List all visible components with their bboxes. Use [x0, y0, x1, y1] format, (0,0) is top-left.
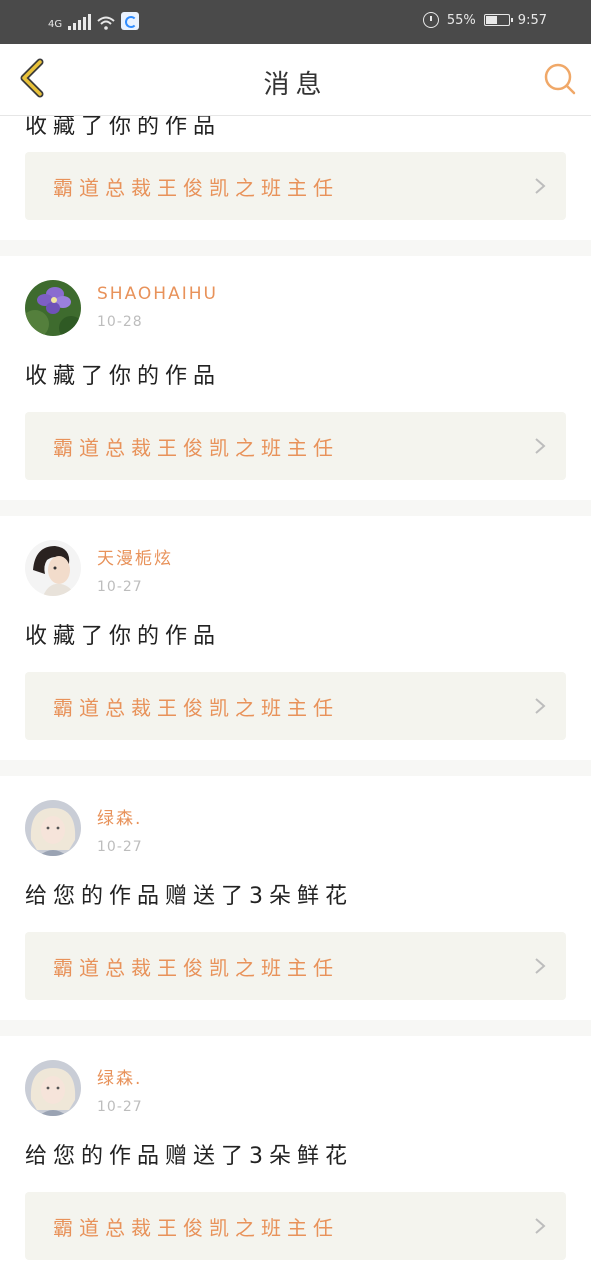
nav-bar: 消息 — [0, 44, 591, 116]
status-time: 9:57 — [517, 12, 547, 28]
message-text: 收藏了你的作品 — [25, 364, 222, 389]
avatar[interactable] — [25, 800, 81, 856]
app-notification-icon — [121, 12, 140, 30]
signal-icon — [68, 14, 92, 30]
work-link[interactable]: 霸道总裁王俊凯之班主任 — [25, 672, 566, 740]
work-link[interactable]: 霸道总裁王俊凯之班主任 — [25, 152, 566, 220]
message-header: 绿森. 10-27 — [25, 776, 566, 856]
message-date: 10-27 — [97, 839, 143, 855]
message-list[interactable]: 收藏了你的作品 霸道总裁王俊凯之班主任 SHAOHAIHU 10-28 收藏了你… — [0, 116, 591, 1280]
message-header: 绿森. 10-27 — [25, 1036, 566, 1116]
search-button[interactable] — [543, 62, 577, 96]
work-title: 霸道总裁王俊凯之班主任 — [53, 175, 339, 200]
chevron-right-icon — [535, 178, 546, 194]
message-date: 10-27 — [97, 579, 143, 595]
message-text: 收藏了你的作品 — [25, 624, 222, 649]
work-title: 霸道总裁王俊凯之班主任 — [53, 435, 339, 460]
message-card: 绿森. 10-27 给您的作品赠送了3朵鲜花 霸道总裁王俊凯之班主任 — [0, 1036, 591, 1280]
work-link[interactable]: 霸道总裁王俊凯之班主任 — [25, 1192, 566, 1260]
work-title: 霸道总裁王俊凯之班主任 — [53, 1215, 339, 1240]
network-type: 4G — [48, 19, 63, 30]
status-right: 55% 9:57 — [422, 12, 547, 28]
chevron-right-icon — [535, 438, 546, 454]
message-text: 给您的作品赠送了3朵鲜花 — [25, 884, 353, 909]
message-text-partial: 收藏了你的作品 — [25, 116, 566, 152]
message-card: 绿森. 10-27 给您的作品赠送了3朵鲜花 霸道总裁王俊凯之班主任 — [0, 776, 591, 1020]
username[interactable]: SHAOHAIHU — [97, 284, 218, 304]
message-date: 10-27 — [97, 1099, 143, 1115]
alarm-icon — [422, 12, 439, 28]
work-title: 霸道总裁王俊凯之班主任 — [53, 695, 339, 720]
message-header: 天漫栀炫 10-27 — [25, 516, 566, 596]
chevron-right-icon — [535, 1218, 546, 1234]
username[interactable]: 天漫栀炫 — [97, 544, 173, 569]
avatar[interactable] — [25, 540, 81, 596]
chevron-right-icon — [535, 958, 546, 974]
message-text: 给您的作品赠送了3朵鲜花 — [25, 1144, 353, 1169]
battery-percent: 55% — [446, 12, 476, 28]
message-text: 收藏了你的作品 — [25, 116, 222, 139]
status-left: 4G — [48, 12, 140, 30]
message-card: 天漫栀炫 10-27 收藏了你的作品 霸道总裁王俊凯之班主任 — [0, 516, 591, 760]
battery-icon — [483, 14, 513, 26]
status-bar: 4G 55% 9:57 — [0, 0, 591, 44]
work-link[interactable]: 霸道总裁王俊凯之班主任 — [25, 412, 566, 480]
avatar[interactable] — [25, 1060, 81, 1116]
wifi-icon — [97, 16, 115, 30]
message-header: SHAOHAIHU 10-28 — [25, 256, 566, 336]
page-title: 消息 — [263, 70, 328, 100]
message-card: 收藏了你的作品 霸道总裁王俊凯之班主任 — [0, 116, 591, 240]
username[interactable]: 绿森. — [97, 1064, 143, 1089]
avatar[interactable] — [25, 280, 81, 336]
battery-fill — [485, 16, 498, 24]
username[interactable]: 绿森. — [97, 804, 143, 829]
message-card: SHAOHAIHU 10-28 收藏了你的作品 霸道总裁王俊凯之班主任 — [0, 256, 591, 500]
work-link[interactable]: 霸道总裁王俊凯之班主任 — [25, 932, 566, 1000]
message-date: 10-28 — [97, 314, 143, 330]
search-icon — [544, 63, 576, 95]
work-title: 霸道总裁王俊凯之班主任 — [53, 955, 339, 980]
chevron-right-icon — [535, 698, 546, 714]
